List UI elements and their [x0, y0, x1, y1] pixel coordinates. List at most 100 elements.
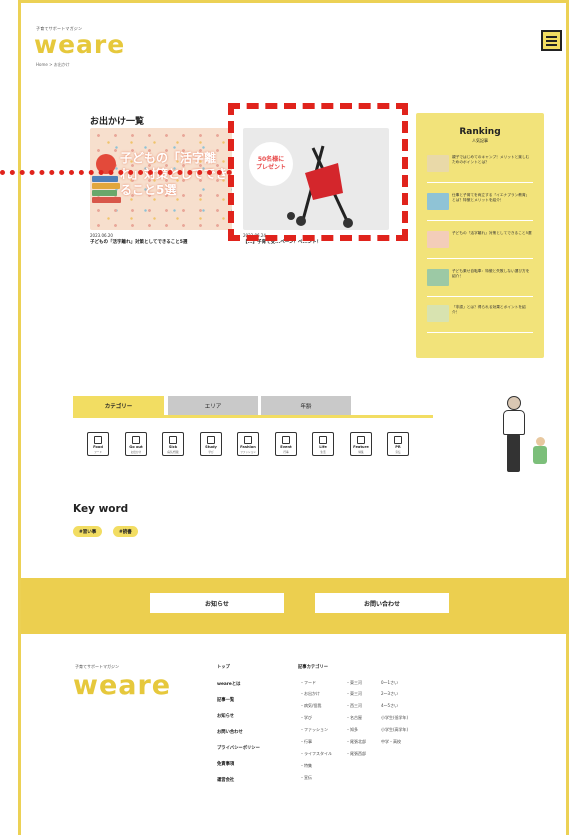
category-study-button[interactable]: Study 学び — [200, 432, 222, 456]
footer-category-link[interactable]: ・ファッション — [300, 727, 328, 733]
ranking-item[interactable]: 親子ではじめてのキャンプ！メリットと楽しむためのポイントとは？ — [427, 151, 533, 183]
category-label: Event — [280, 445, 292, 449]
footer-category-link[interactable]: 小学生(低学年) — [381, 715, 408, 721]
ranking-panel: Ranking 人気記事 親子ではじめてのキャンプ！メリットと楽しむためのポイン… — [416, 113, 544, 358]
footer-category-link[interactable]: ・特集 — [300, 763, 312, 769]
ranking-thumbnail — [427, 155, 449, 172]
category-sublabel: 特集 — [358, 451, 364, 454]
category-sublabel: 宣伝 — [395, 451, 401, 454]
footer-category-link[interactable]: 2〜3さい — [381, 691, 398, 697]
footer-link[interactable]: weareとは — [217, 681, 240, 687]
ranking-item-text: 子どもの「活字離れ」対策としてできること5選 — [452, 231, 532, 235]
footer-category-link[interactable]: ・病気/怪我 — [300, 703, 321, 709]
highlight-dotted-line — [0, 170, 232, 175]
category-sublabel: ファッション — [240, 451, 256, 454]
tab-category[interactable]: カテゴリー — [73, 396, 164, 415]
category-sublabel: フード — [94, 451, 102, 454]
footer-category-link[interactable]: ・東三河 — [346, 691, 362, 697]
breadcrumb[interactable]: Home > お出かけ — [36, 62, 70, 68]
footer-link[interactable]: 運営会社 — [217, 777, 234, 783]
category-label: Sick — [168, 445, 178, 449]
footer-link[interactable]: 免責事項 — [217, 761, 234, 767]
footer-category-link[interactable]: ・お出かけ — [300, 691, 320, 697]
footer-category-link[interactable]: ・知多 — [346, 727, 358, 733]
study-icon — [207, 436, 215, 444]
category-food-button[interactable]: Food フード — [87, 432, 109, 456]
category-event-button[interactable]: Event 行事 — [275, 432, 297, 456]
category-sublabel: 学び — [208, 451, 214, 454]
keyword-tag[interactable]: #読書 — [113, 526, 138, 537]
tab-age[interactable]: 年齢 — [261, 396, 351, 415]
category-label: Feature — [353, 445, 369, 449]
hamburger-menu-icon[interactable] — [541, 30, 562, 51]
category-label: PR — [395, 445, 401, 449]
footer-category-link[interactable]: 中学・高校 — [381, 739, 401, 745]
keyword-title: Key word — [73, 503, 129, 515]
footer-category-link[interactable]: ・フード — [300, 680, 316, 686]
category-label: Study — [205, 445, 217, 449]
footer-link[interactable]: 記事一覧 — [217, 697, 234, 703]
category-life-button[interactable]: Life 生活 — [312, 432, 334, 456]
ranking-item[interactable]: 子どもの「活字離れ」対策としてできること5選 — [427, 227, 533, 259]
category-pr-button[interactable]: PR 宣伝 — [387, 432, 409, 456]
footer-category-link[interactable]: ・尾張西部 — [346, 751, 366, 757]
article-card-title[interactable]: 子どもの「活字離れ」対策としてできること5選 — [90, 239, 232, 245]
keyword-tag[interactable]: #習い事 — [73, 526, 103, 537]
sick-icon — [169, 436, 177, 444]
ranking-title: Ranking — [459, 127, 501, 137]
ranking-item[interactable]: 子ども乗せ自転車：特徴と失敗しない選び方を紹介！ — [427, 265, 533, 297]
category-label: Fashion — [240, 445, 256, 449]
calendar-icon — [282, 436, 290, 444]
food-icon — [94, 436, 102, 444]
footer-link[interactable]: トップ — [217, 664, 230, 670]
news-button[interactable]: お知らせ — [150, 593, 284, 613]
article-card-image-1[interactable]: 子どもの「活字離れ」対策としてできること5選 — [90, 128, 232, 230]
ranking-thumbnail — [427, 305, 449, 322]
footer-category-link[interactable]: 小学生(高学年) — [381, 727, 408, 733]
footer-category-link[interactable]: ・西三河 — [346, 703, 362, 709]
parent-illustration-body — [503, 410, 525, 435]
category-fashion-button[interactable]: Fashion ファッション — [237, 432, 259, 456]
footer-category-link[interactable]: 4〜5さい — [381, 703, 398, 709]
category-sick-button[interactable]: Sick 病気/怪我 — [162, 432, 184, 456]
fashion-icon — [244, 436, 252, 444]
footer-category-link[interactable]: ・尾張北部 — [346, 739, 366, 745]
site-logo[interactable]: weare — [34, 30, 125, 59]
parent-illustration — [507, 396, 521, 410]
footer-link[interactable]: プライバシーポリシー — [217, 745, 260, 751]
footer-category-link[interactable]: ・東三河 — [346, 680, 362, 686]
category-label: Go out — [129, 445, 143, 449]
footer-category-link[interactable]: ・ライフスタイル — [300, 751, 332, 757]
books-icon — [92, 176, 122, 206]
ranking-item[interactable]: 仕事と子育てを両立する「イエナプラン教育」とは？特徴とメリットを紹介！ — [427, 189, 533, 221]
car-icon — [132, 436, 140, 444]
footer-category-link[interactable]: ・行事 — [300, 739, 312, 745]
category-label: Life — [319, 445, 327, 449]
footer-category-link[interactable]: 0〜1さい — [381, 680, 398, 686]
tab-area[interactable]: エリア — [168, 396, 258, 415]
footer-category-link[interactable]: ・名古屋 — [346, 715, 362, 721]
footer-logo[interactable]: weare — [73, 670, 171, 701]
category-sublabel: 行事 — [283, 451, 289, 454]
footer-category-link[interactable]: ・学び — [300, 715, 312, 721]
footer-category-title: 記事カテゴリー — [298, 665, 329, 670]
megaphone-icon — [394, 436, 402, 444]
ranking-thumbnail — [427, 193, 449, 210]
ranking-item-text: 子ども乗せ自転車：特徴と失敗しない選び方を紹介！ — [452, 269, 530, 278]
highlight-dashed-box — [228, 103, 408, 241]
ranking-thumbnail — [427, 269, 449, 286]
category-goout-button[interactable]: Go out お出かけ — [125, 432, 147, 456]
category-sublabel: 生活 — [320, 451, 326, 454]
family-icon — [319, 436, 327, 444]
category-feature-button[interactable]: Feature 特集 — [350, 432, 372, 456]
page-title: お出かけ一覧 — [90, 117, 145, 127]
cta-band — [21, 578, 569, 634]
ranking-item-text: 仕事と子育てを両立する「イエナプラン教育」とは？特徴とメリットを紹介！ — [452, 193, 530, 202]
ranking-subtitle: 人気記事 — [472, 138, 488, 143]
contact-button[interactable]: お問い合わせ — [315, 593, 449, 613]
footer-category-link[interactable]: ・宣伝 — [300, 775, 312, 781]
footer-link[interactable]: お問い合わせ — [217, 729, 243, 735]
footer-link[interactable]: お知らせ — [217, 713, 234, 719]
ranking-item[interactable]: 「非認」とは？得られる効果とポイントを紹介！ — [427, 301, 533, 333]
ranking-item-text: 親子ではじめてのキャンプ！メリットと楽しむためのポイントとは？ — [452, 155, 530, 164]
